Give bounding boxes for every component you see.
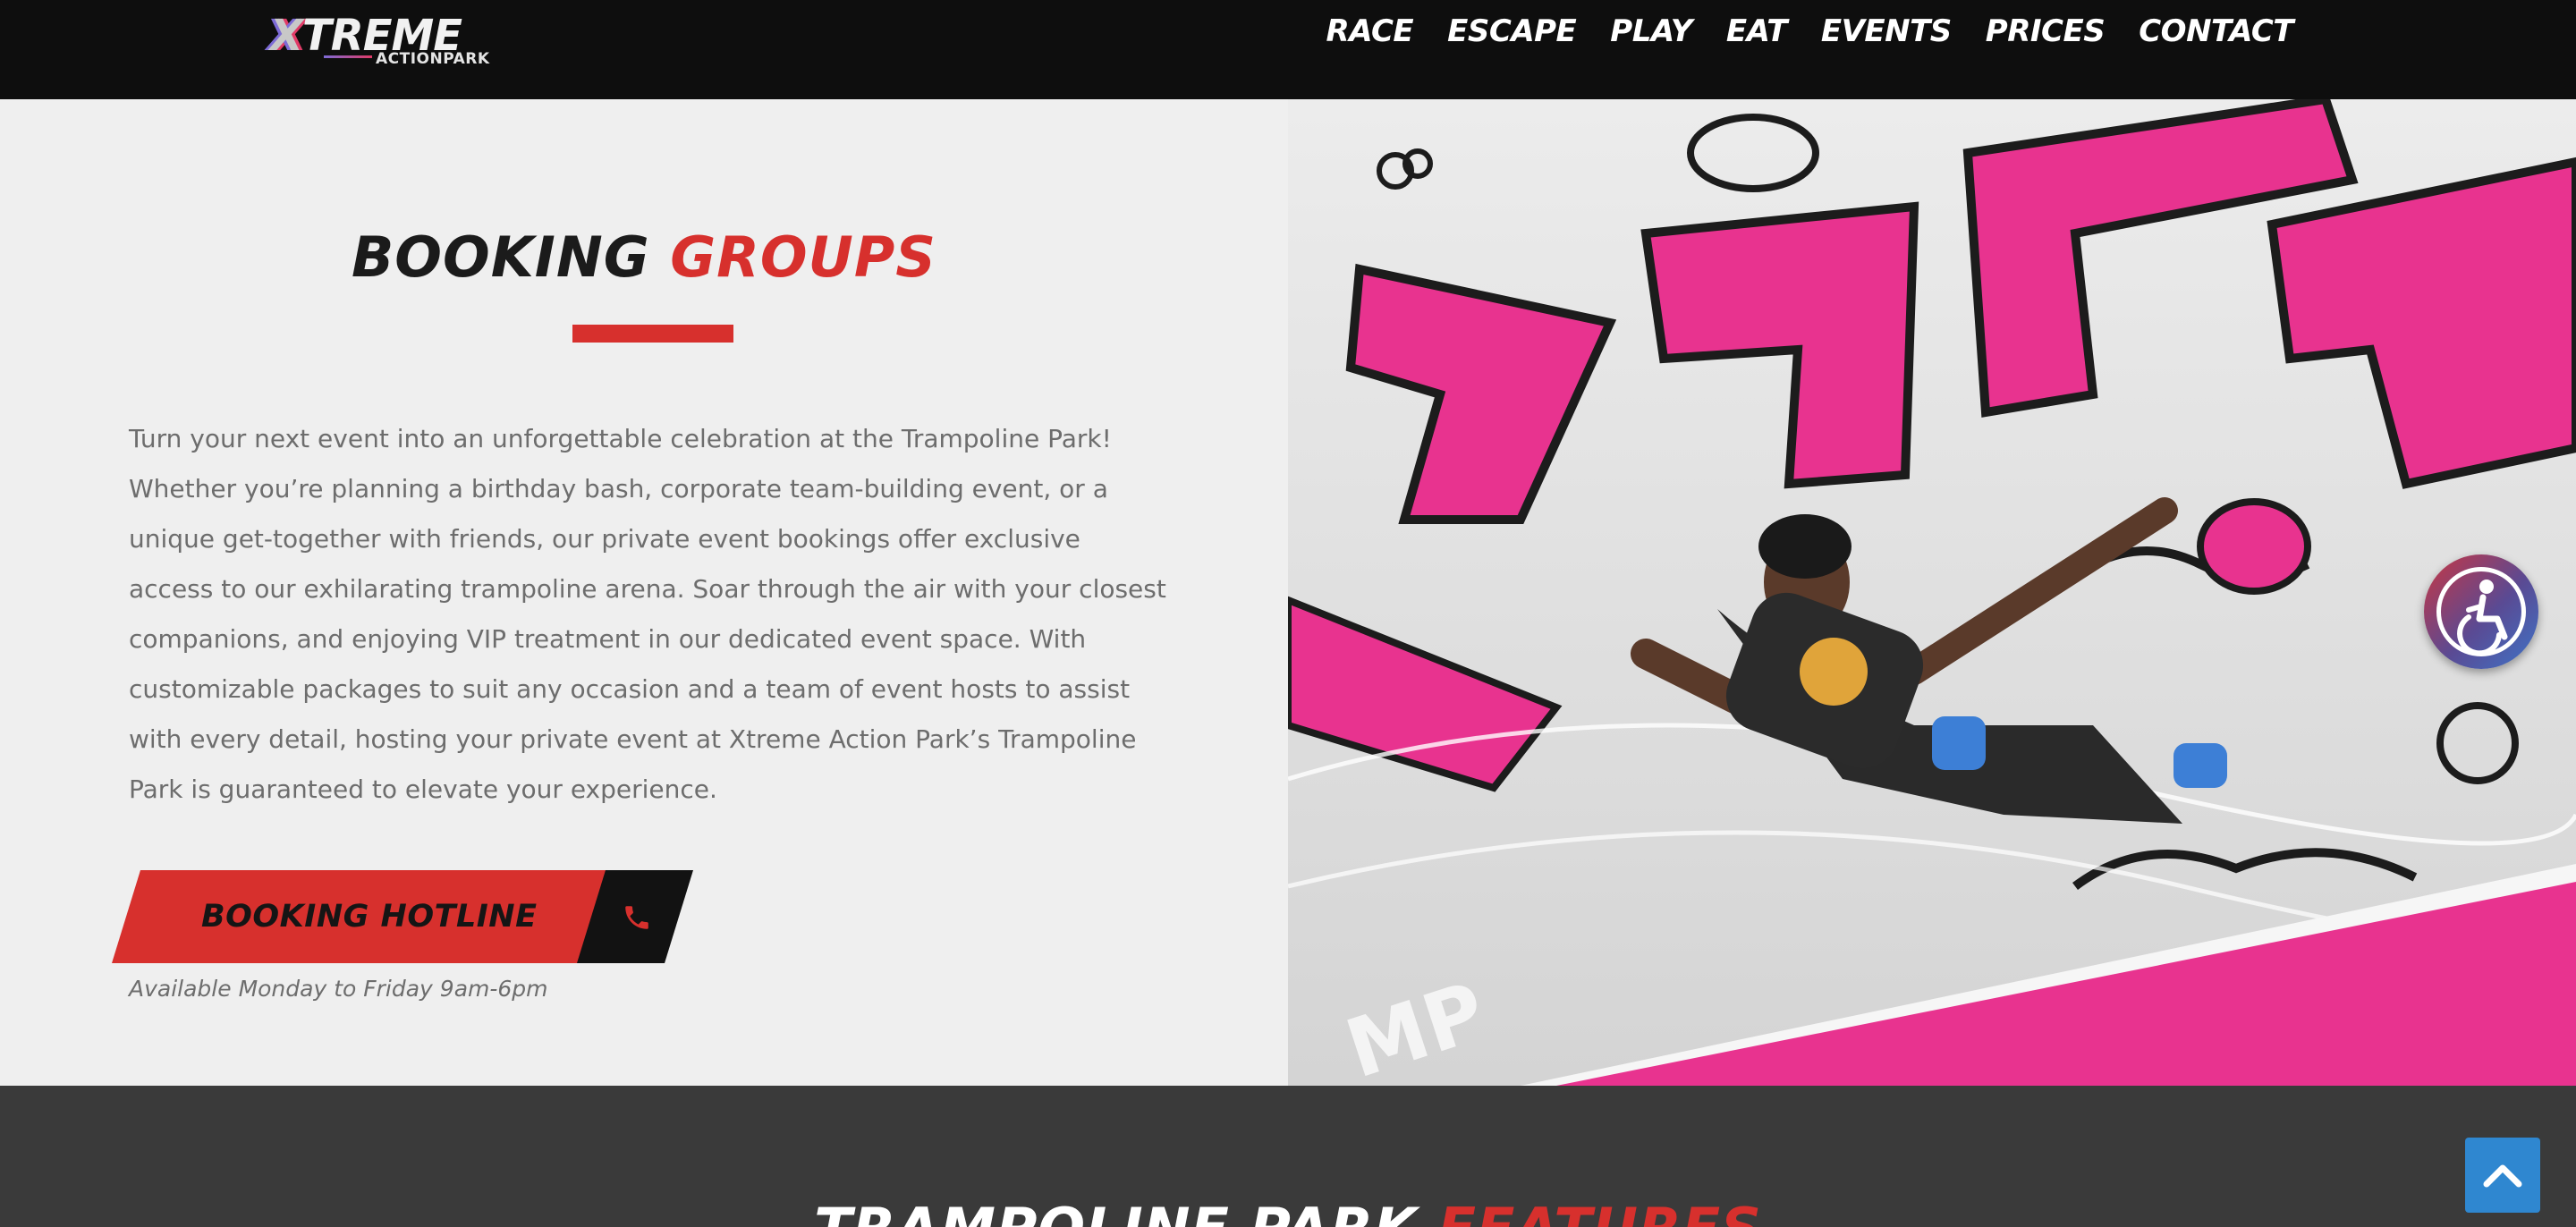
booking-intro-text: Turn your next event into an unforgettab… [129, 424, 1166, 804]
title-booking: BOOKING [352, 224, 650, 290]
nav-item-contact[interactable]: CONTACT [2139, 13, 2293, 49]
booking-hotline-button[interactable]: BOOKING HOTLINE [112, 870, 693, 963]
booking-groups-section: BOOKING GROUPS Turn your next event into… [0, 99, 1288, 1086]
nav-item-eat[interactable]: EAT [1726, 13, 1787, 49]
logo-accent-line [324, 55, 372, 58]
logo-x-letter: X [270, 11, 303, 61]
trampoline-photo: MP [1288, 99, 2576, 1086]
title-underline [572, 325, 733, 343]
site-header: XTREME ACTIONPARK RACE ESCAPE PLAY EAT E… [0, 0, 2576, 99]
section-title: BOOKING GROUPS [0, 224, 1288, 290]
chevron-up-icon [2483, 1164, 2522, 1188]
trampoline-features-section: TRAMPOLINE PARK FEATURES [0, 1086, 2576, 1227]
phone-icon [625, 906, 648, 929]
hotline-label: BOOKING HOTLINE [201, 899, 538, 935]
nav-item-events[interactable]: EVENTS [1821, 13, 1952, 49]
nav-item-escape[interactable]: ESCAPE [1447, 13, 1577, 49]
accessibility-button[interactable] [2424, 554, 2538, 669]
main-nav: RACE ESCAPE PLAY EAT EVENTS PRICES CONTA… [1326, 0, 2294, 63]
nav-item-race[interactable]: RACE [1326, 13, 1414, 49]
trampoline-photo-illustration: MP [1288, 99, 2576, 1086]
hotline-hours: Available Monday to Friday 9am-6pm [129, 976, 548, 1002]
wheelchair-icon [2457, 580, 2508, 656]
scroll-to-top-button[interactable] [2465, 1138, 2540, 1213]
nav-item-play[interactable]: PLAY [1610, 13, 1692, 49]
nav-item-prices[interactable]: PRICES [1986, 13, 2106, 49]
features-title: TRAMPOLINE PARK FEATURES [0, 1197, 2576, 1227]
features-title-accent: FEATURES [1438, 1196, 1762, 1227]
title-groups: GROUPS [670, 224, 936, 290]
logo-subtitle: ACTIONPARK [376, 50, 490, 68]
features-title-main: TRAMPOLINE PARK [814, 1196, 1418, 1227]
xtreme-logo[interactable]: XTREME ACTIONPARK [270, 9, 512, 70]
